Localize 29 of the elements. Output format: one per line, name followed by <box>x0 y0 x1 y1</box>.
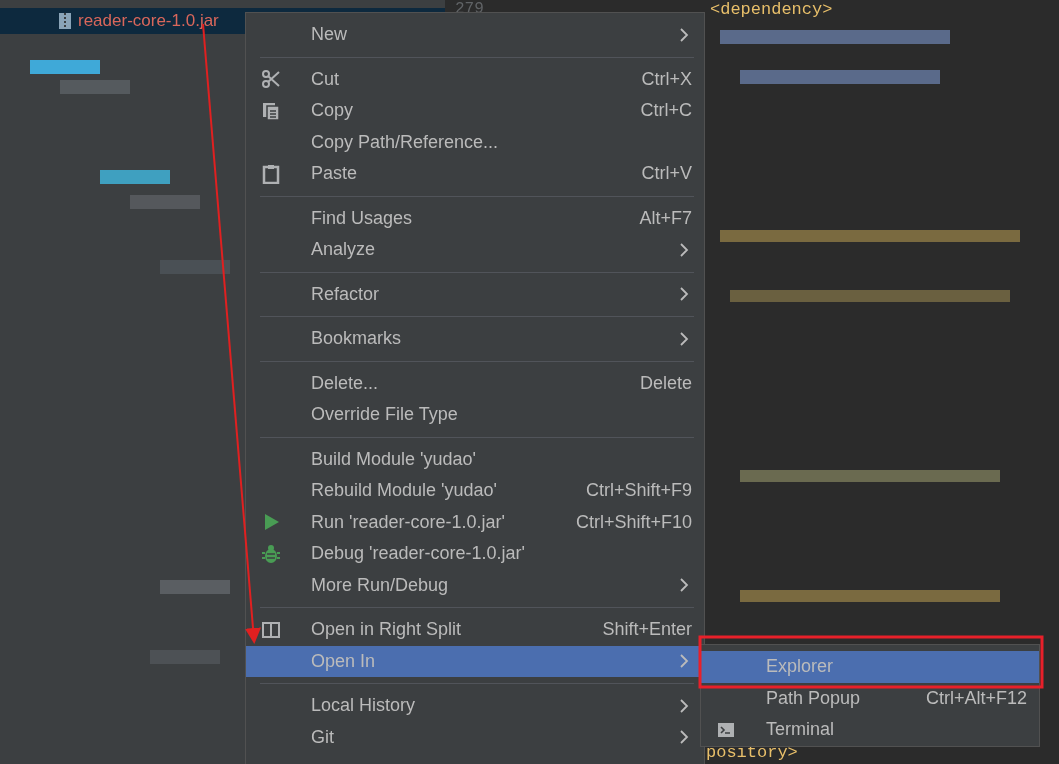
clipboard-icon <box>261 163 281 184</box>
menu-item[interactable]: Build Module 'yudao' <box>246 443 704 475</box>
code-line: <dependency> <box>710 0 833 19</box>
copy-icon <box>261 100 281 121</box>
scissors-icon <box>261 69 281 90</box>
code-line: pository> <box>706 743 798 762</box>
menu-item[interactable]: Cut Ctrl+X <box>246 63 704 95</box>
menu-item[interactable]: Local History <box>246 690 704 722</box>
menu-item[interactable]: Rebuild Module 'yudao' Ctrl+Shift+F9 <box>246 475 704 507</box>
menu-item[interactable]: Refactor <box>246 278 704 310</box>
menu-item[interactable]: Debug 'reader-core-1.0.jar' <box>246 538 704 570</box>
bug-icon <box>261 543 281 564</box>
menu-item[interactable]: Paste Ctrl+V <box>246 158 704 190</box>
menu-item[interactable]: Run 'reader-core-1.0.jar' Ctrl+Shift+F10 <box>246 506 704 538</box>
archive-icon <box>58 12 72 30</box>
menu-item[interactable]: More Run/Debug <box>246 569 704 601</box>
menu-item[interactable]: Delete... Delete <box>246 367 704 399</box>
menu-item[interactable]: Copy Ctrl+C <box>246 95 704 127</box>
menu-item[interactable]: Path Popup Ctrl+Alt+F12 <box>701 682 1039 714</box>
menu-item[interactable]: Terminal <box>701 714 1039 746</box>
menu-item[interactable]: Open in Right Split Shift+Enter <box>246 614 704 646</box>
menu-item[interactable]: Analyze <box>246 234 704 266</box>
menu-item[interactable]: Git <box>246 721 704 753</box>
menu-item[interactable]: Find Usages Alt+F7 <box>246 202 704 234</box>
split-view-icon <box>261 619 281 640</box>
menu-item[interactable]: Override File Type <box>246 399 704 431</box>
menu-item[interactable]: Copy Path/Reference... <box>246 126 704 158</box>
menu-item[interactable]: Bookmarks <box>246 323 704 355</box>
menu-item[interactable]: New <box>246 19 704 51</box>
